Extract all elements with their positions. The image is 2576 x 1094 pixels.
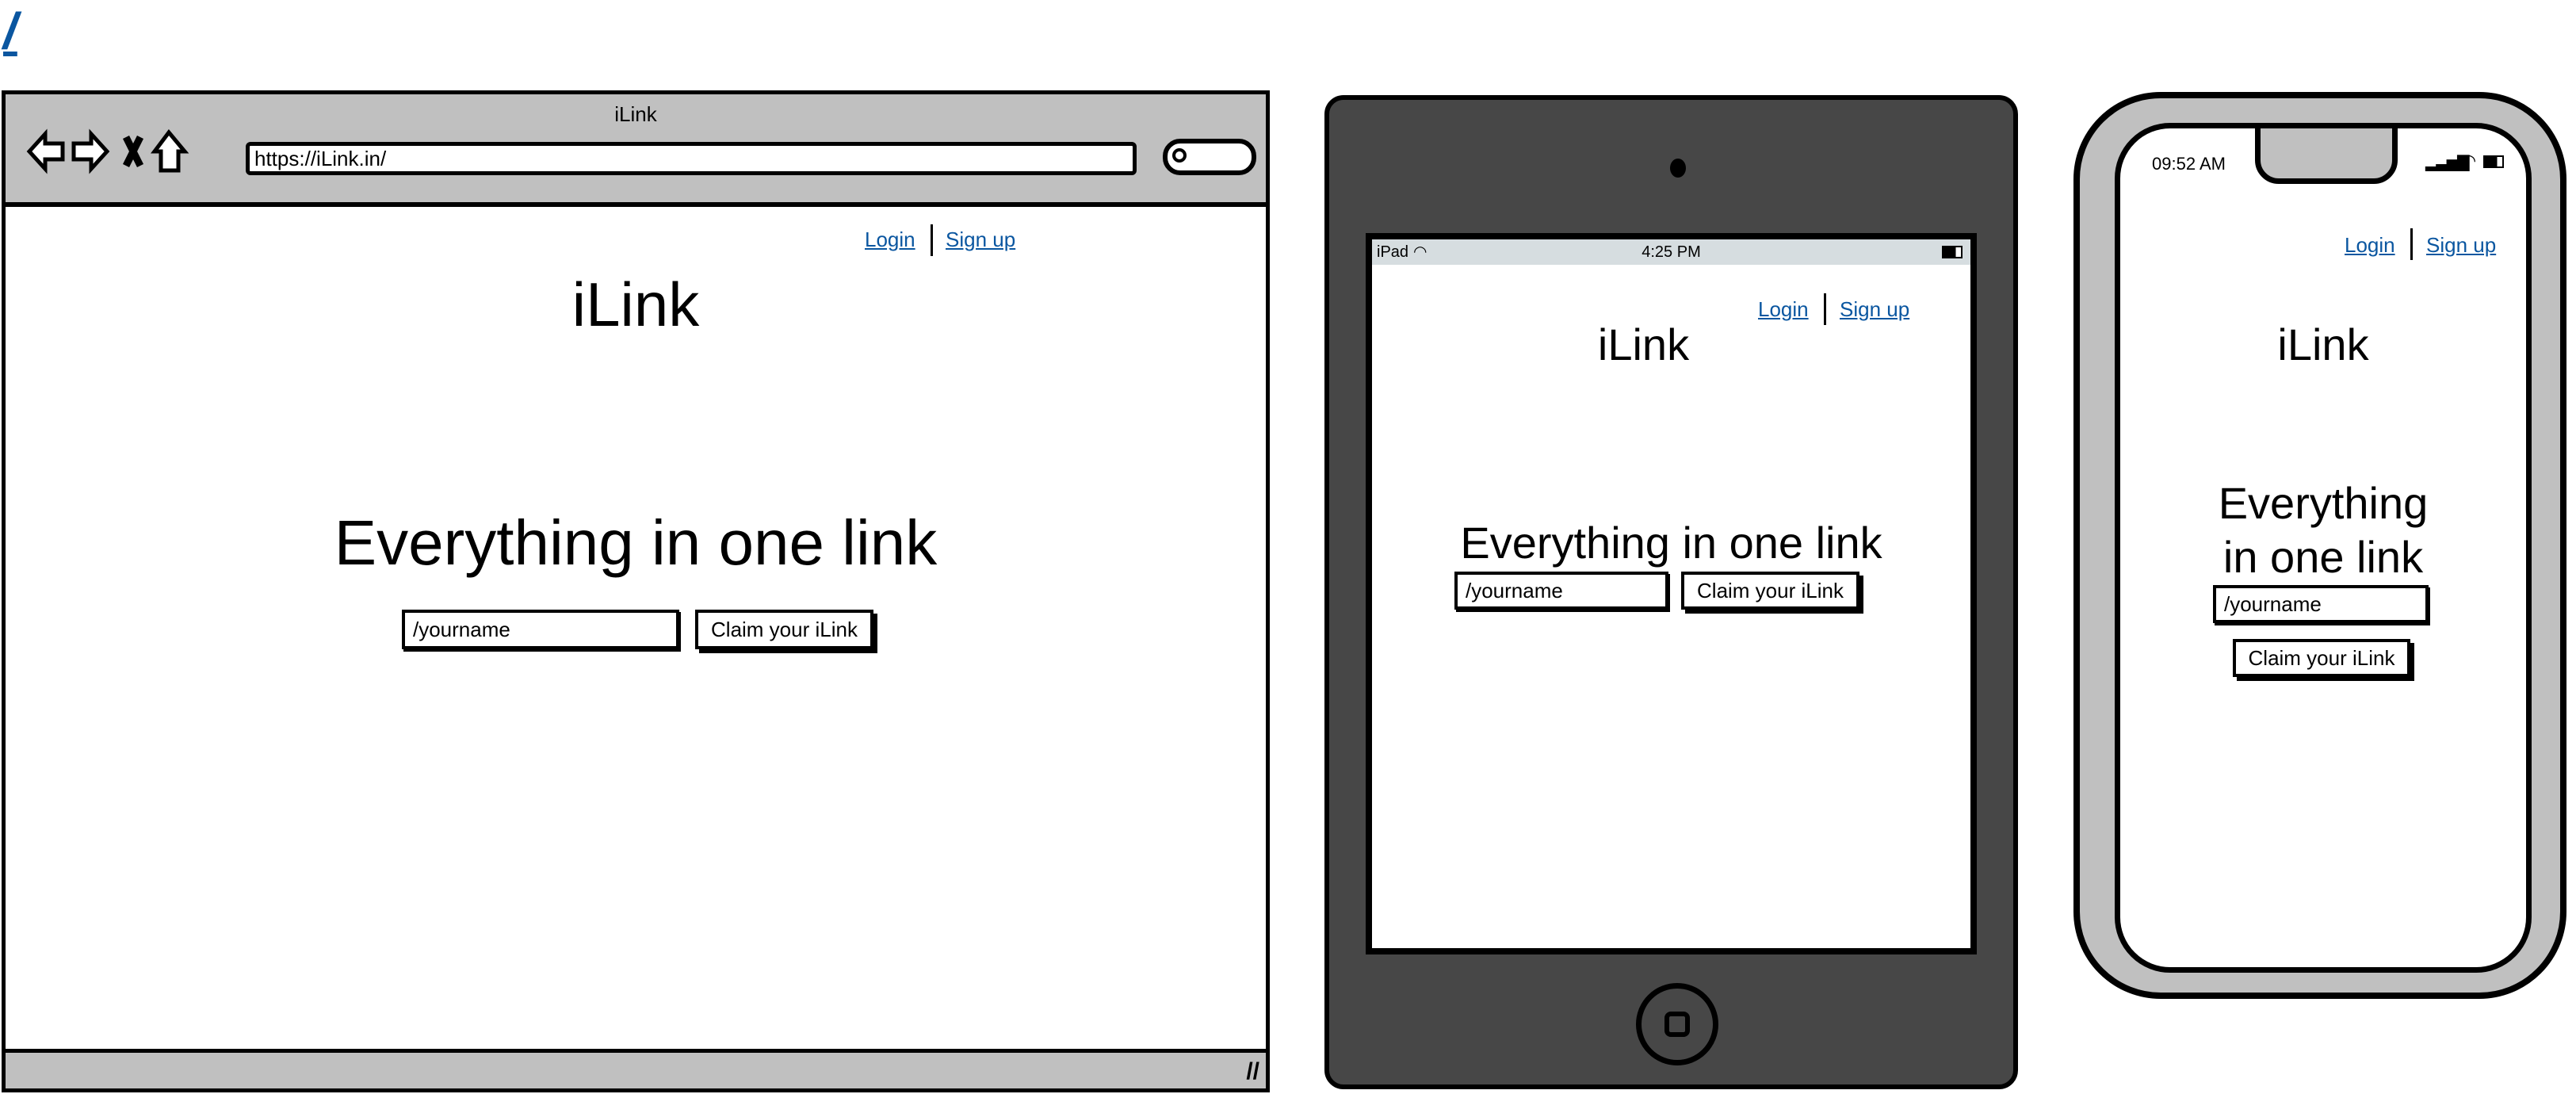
camera-icon [1670, 159, 1686, 178]
headline: Everything in one link [334, 507, 938, 578]
battery-icon [1942, 246, 1963, 258]
back-arrow-icon[interactable] [26, 128, 65, 174]
resize-grip-icon[interactable]: // [1246, 1058, 1259, 1085]
browser-window: iLink https://iLink.in/ Login Sign up iL… [2, 90, 1270, 1092]
page-path-link[interactable]: / [3, 2, 17, 60]
headline: Everything in one link [1460, 518, 1882, 568]
battery-icon [2483, 155, 2504, 168]
username-input[interactable]: /yourname [1454, 572, 1668, 610]
iphone-frame: 09:52 AM ▂▃▅▇ ◠ Login Sign up iLink Ever… [2073, 92, 2566, 999]
browser-status-bar: // [6, 1049, 1266, 1088]
ipad-screen: iPad ◠ 4:25 PM Login Sign up iLink Every… [1366, 233, 1977, 954]
claim-button[interactable]: Claim your iLink [1681, 572, 1859, 610]
username-input[interactable]: /yourname [2213, 585, 2429, 623]
username-input[interactable]: /yourname [402, 610, 679, 649]
logo: iLink [2277, 319, 2369, 369]
browser-toolbar: iLink https://iLink.in/ [6, 94, 1266, 207]
browser-nav-icons [26, 128, 189, 174]
claim-button[interactable]: Claim your iLink [2233, 639, 2410, 677]
login-link[interactable]: Login [2345, 233, 2395, 258]
signup-link[interactable]: Sign up [946, 228, 1015, 252]
headline-line-1: Everything [2218, 478, 2429, 528]
iphone-screen: 09:52 AM ▂▃▅▇ ◠ Login Sign up iLink Ever… [2115, 123, 2532, 973]
close-x-icon[interactable] [122, 135, 144, 168]
ipad-status-bar: iPad ◠ 4:25 PM [1372, 239, 1970, 265]
notch [2255, 128, 2398, 184]
headline-line-2: in one link [2222, 532, 2424, 582]
forward-arrow-icon[interactable] [71, 128, 110, 174]
nav-divider [931, 224, 933, 256]
home-icon[interactable] [151, 128, 189, 173]
url-bar[interactable]: https://iLink.in/ [246, 142, 1137, 175]
window-title: iLink [614, 102, 657, 126]
nav-divider [2410, 228, 2413, 260]
logo: iLink [1597, 319, 1690, 369]
status-time: 4:25 PM [1642, 243, 1701, 261]
ipad-frame: iPad ◠ 4:25 PM Login Sign up iLink Every… [1324, 95, 2018, 1089]
claim-button[interactable]: Claim your iLink [695, 610, 873, 649]
wifi-icon: ◠ [2461, 151, 2477, 170]
search-icon [1172, 148, 1187, 163]
login-link[interactable]: Login [865, 228, 915, 252]
signup-link[interactable]: Sign up [2426, 233, 2496, 258]
logo: iLink [571, 270, 700, 339]
home-button[interactable] [1636, 983, 1718, 1065]
search-field[interactable] [1163, 139, 1256, 175]
status-time: 09:52 AM [2152, 154, 2226, 174]
